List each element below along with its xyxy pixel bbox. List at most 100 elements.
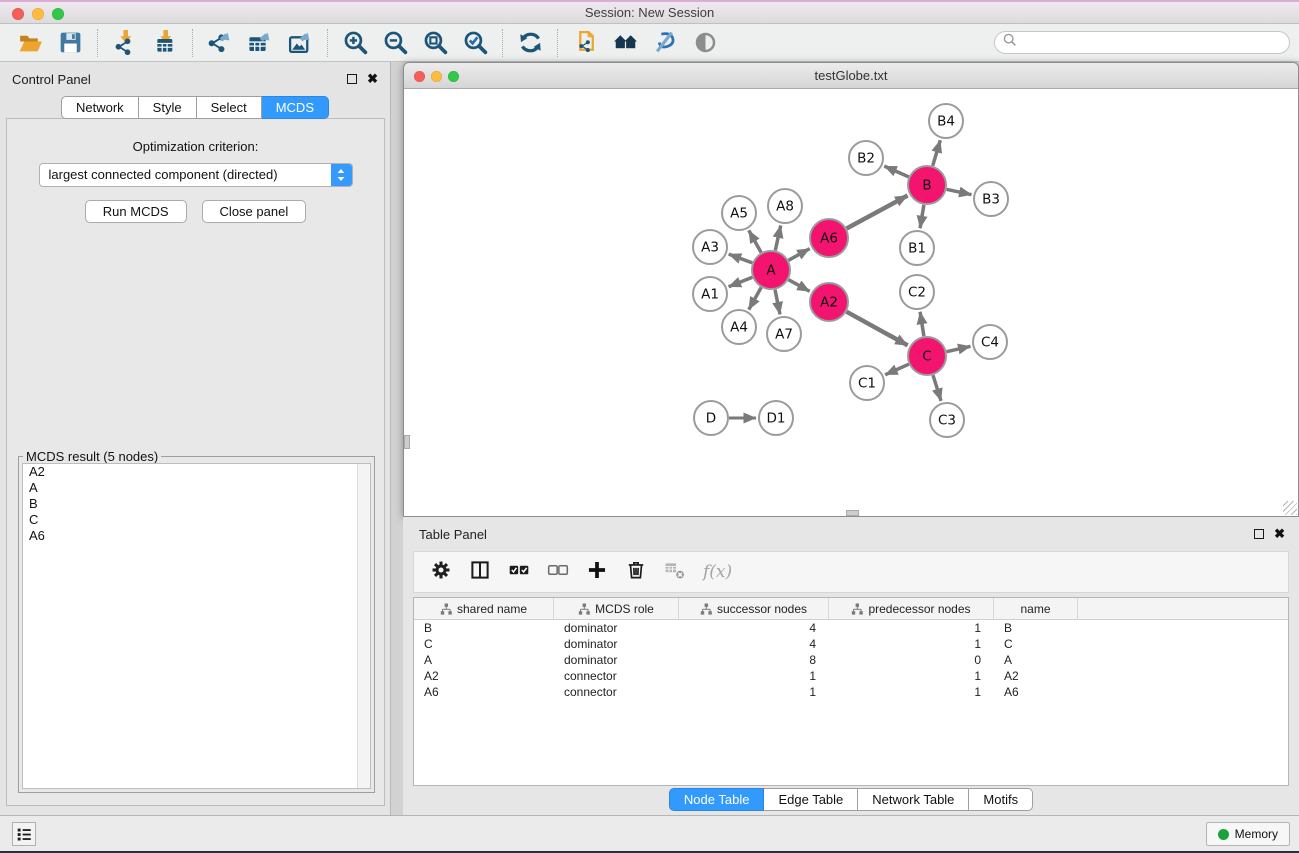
edge-A2-C[interactable] [847, 312, 908, 346]
node-A5[interactable]: A5 [722, 196, 756, 230]
edge-A-A6[interactable] [789, 249, 810, 261]
tab-motifs[interactable]: Motifs [969, 788, 1033, 811]
network-graph[interactable]: B4B2BB3A8A5A6B1A3AC2A1A2A4A7C4CC1C3DD1 [404, 89, 1298, 516]
tab-style[interactable]: Style [139, 96, 197, 119]
column-header-predecessor-nodes[interactable]: predecessor nodes [829, 598, 994, 619]
zoom-window-icon[interactable] [52, 8, 64, 20]
node-B1[interactable]: B1 [900, 231, 934, 265]
settings-button[interactable] [430, 559, 452, 586]
edge-C-C4[interactable] [947, 346, 971, 351]
node-C4[interactable]: C4 [973, 325, 1007, 359]
open-session-button[interactable] [10, 27, 50, 59]
edge-A-A1[interactable] [729, 277, 753, 286]
node-B3[interactable]: B3 [974, 182, 1008, 216]
refresh-button[interactable] [510, 27, 550, 59]
search-input[interactable] [1018, 34, 1289, 52]
task-history-button[interactable] [12, 822, 36, 846]
column-header-successor-nodes[interactable]: successor nodes [679, 598, 829, 619]
result-scrollbar[interactable] [357, 464, 370, 788]
edge-C-C1[interactable] [885, 364, 909, 375]
zoom-out-button[interactable] [375, 27, 415, 59]
node-B4[interactable]: B4 [929, 104, 963, 138]
search-field[interactable] [994, 31, 1290, 54]
edge-B-B3[interactable] [947, 189, 972, 194]
function-builder-button[interactable]: f(x) [703, 562, 732, 582]
column-header-name[interactable]: name [994, 598, 1078, 619]
export-network-button[interactable] [200, 27, 240, 59]
node-B2[interactable]: B2 [849, 141, 883, 175]
node-A1[interactable]: A1 [693, 277, 727, 311]
float-table-panel-icon[interactable] [1254, 529, 1264, 539]
mcds-result-list[interactable]: A2ABCA6 [22, 463, 371, 789]
table-row[interactable]: A6connector11A6 [414, 684, 1288, 700]
export-table-button[interactable] [240, 27, 280, 59]
duplicate-network-button[interactable] [565, 27, 605, 59]
edge-B-B2[interactable] [884, 166, 908, 177]
zoom-in-button[interactable] [335, 27, 375, 59]
node-A3[interactable]: A3 [693, 230, 727, 264]
split-columns-button[interactable] [469, 559, 491, 586]
node-table[interactable]: shared nameMCDS rolesuccessor nodesprede… [413, 597, 1289, 786]
edge-C-C3[interactable] [933, 375, 941, 401]
result-item[interactable]: A2 [23, 464, 370, 480]
run-mcds-button[interactable]: Run MCDS [85, 200, 187, 223]
edge-B-B4[interactable] [933, 140, 941, 166]
deselect-all-button[interactable] [547, 559, 569, 586]
close-panel-button[interactable]: Close panel [202, 200, 307, 223]
tab-edge-table[interactable]: Edge Table [764, 788, 858, 811]
node-A2[interactable]: A2 [810, 283, 848, 321]
edge-A-A3[interactable] [729, 254, 753, 263]
result-item[interactable]: C [23, 512, 370, 528]
result-item[interactable]: A [23, 480, 370, 496]
tab-network-table[interactable]: Network Table [858, 788, 969, 811]
network-close-icon[interactable] [414, 71, 425, 82]
node-C2[interactable]: C2 [900, 275, 934, 309]
delete-table-button[interactable] [664, 559, 686, 586]
float-panel-icon[interactable] [347, 74, 357, 84]
column-header-MCDS-role[interactable]: MCDS role [554, 598, 679, 619]
edge-A-A5[interactable] [749, 230, 761, 252]
network-canvas[interactable]: B4B2BB3A8A5A6B1A3AC2A1A2A4A7C4CC1C3DD1 [404, 89, 1298, 516]
node-A[interactable]: A [752, 251, 790, 289]
close-panel-icon[interactable]: ✖ [367, 74, 378, 84]
node-C3[interactable]: C3 [930, 403, 964, 437]
node-B[interactable]: B [908, 166, 946, 204]
edge-A-A4[interactable] [749, 287, 761, 309]
vertical-scroll-thumb[interactable] [404, 435, 410, 449]
node-A4[interactable]: A4 [722, 310, 756, 344]
zoom-selected-button[interactable] [455, 27, 495, 59]
export-image-button[interactable] [280, 27, 320, 59]
result-item[interactable]: A6 [23, 528, 370, 544]
resize-grip[interactable] [1283, 501, 1297, 515]
optimization-criterion-select[interactable]: largest connected component (directed) [39, 163, 353, 187]
table-row[interactable]: Cdominator41C [414, 636, 1288, 652]
tab-node-table[interactable]: Node Table [669, 788, 765, 811]
tab-select[interactable]: Select [197, 96, 262, 119]
node-D1[interactable]: D1 [759, 401, 793, 435]
save-session-button[interactable] [50, 27, 90, 59]
birds-eye-button[interactable] [685, 27, 725, 59]
horizontal-scroll-thumb[interactable] [846, 510, 859, 516]
close-table-panel-icon[interactable]: ✖ [1274, 529, 1285, 539]
network-zoom-icon[interactable] [448, 71, 459, 82]
column-header-shared-name[interactable]: shared name [414, 598, 554, 619]
node-A8[interactable]: A8 [768, 189, 802, 223]
select-all-button[interactable] [508, 559, 530, 586]
memory-button[interactable]: Memory [1206, 822, 1290, 846]
edge-A-A2[interactable] [789, 280, 810, 292]
table-row[interactable]: Bdominator41B [414, 620, 1288, 636]
delete-column-button[interactable] [625, 559, 647, 586]
table-row[interactable]: Adominator80A [414, 652, 1288, 668]
home-button[interactable] [605, 27, 645, 59]
close-window-icon[interactable] [12, 8, 24, 20]
result-item[interactable]: B [23, 496, 370, 512]
edge-A-A8[interactable] [775, 226, 780, 251]
table-row[interactable]: A2connector11A2 [414, 668, 1288, 684]
network-window-titlebar[interactable]: testGlobe.txt [404, 63, 1298, 89]
node-A6[interactable]: A6 [810, 219, 848, 257]
node-A7[interactable]: A7 [767, 317, 801, 351]
tab-network[interactable]: Network [61, 96, 139, 119]
import-table-button[interactable] [145, 27, 185, 59]
edge-C-C2[interactable] [920, 312, 924, 336]
network-minimize-icon[interactable] [431, 71, 442, 82]
